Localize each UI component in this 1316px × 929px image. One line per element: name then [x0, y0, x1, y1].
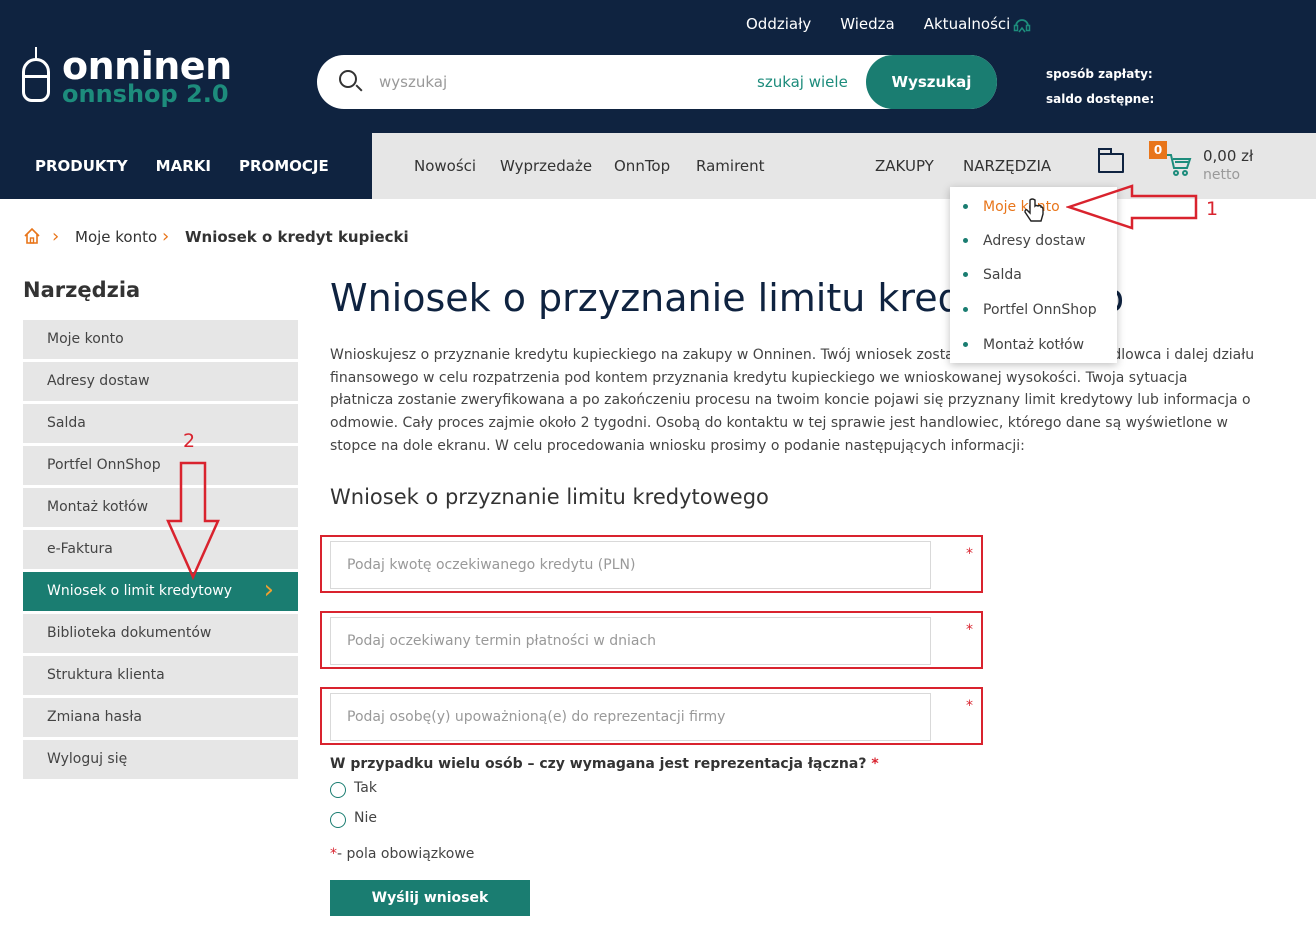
joint-representation-question: W przypadku wielu osób – czy wymagana je…: [330, 756, 879, 772]
sidebar-item-struktura-klienta[interactable]: Struktura klienta: [23, 656, 298, 695]
cart-icon[interactable]: [1166, 151, 1192, 177]
bullet-icon: [963, 272, 968, 277]
required-star: *: [966, 622, 973, 638]
radio-nie[interactable]: [330, 812, 346, 828]
logo-mouse-icon: [22, 47, 50, 102]
cart-total[interactable]: 0,00 zł: [1203, 146, 1253, 166]
folder-icon[interactable]: [1098, 148, 1124, 173]
dropdown-item-adresy-dostaw[interactable]: Adresy dostaw: [983, 233, 1086, 249]
submit-button[interactable]: Wyślij wniosek: [330, 880, 530, 916]
radio-label-nie[interactable]: Nie: [354, 810, 377, 826]
radio-tak[interactable]: [330, 782, 346, 798]
search-bar: szukaj wiele Wyszukaj: [317, 55, 997, 109]
top-link-oddzialy[interactable]: Oddziały: [746, 15, 811, 33]
sidebar-item-wniosek-limit[interactable]: Wniosek o limit kredytowy: [23, 572, 298, 611]
required-note: *- pola obowiązkowe: [330, 846, 474, 862]
home-icon[interactable]: [23, 227, 41, 245]
form-title: Wniosek o przyznanie limitu kredytowego: [330, 485, 769, 509]
question-text: W przypadku wielu osób – czy wymagana je…: [330, 756, 867, 772]
radio-label-tak[interactable]: Tak: [354, 780, 377, 796]
required-star: *: [871, 756, 879, 772]
annotation-arrow-2-icon: [166, 461, 220, 581]
hand-cursor-icon: [1024, 198, 1044, 222]
breadcrumb-separator-icon: ›: [52, 226, 60, 247]
nav-onntop[interactable]: OnnTop: [614, 157, 670, 175]
breadcrumb-separator-icon: ›: [162, 226, 170, 247]
sidebar-item-adresy-dostaw[interactable]: Adresy dostaw: [23, 362, 298, 401]
credit-amount-field[interactable]: [330, 541, 931, 589]
bullet-icon: [963, 307, 968, 312]
payment-info: sposób zapłaty: saldo dostępne:: [1046, 62, 1154, 112]
dropdown-item-portfel[interactable]: Portfel OnnShop: [983, 302, 1097, 318]
search-button[interactable]: Wyszukaj: [866, 55, 997, 109]
bullet-icon: [963, 238, 968, 243]
search-icon: [339, 70, 357, 88]
bullet-icon: [963, 204, 968, 209]
required-star: *: [966, 546, 973, 562]
search-many-link[interactable]: szukaj wiele: [757, 73, 848, 91]
logo-sub-text: onnshop 2.0: [62, 80, 229, 108]
sidebar-item-wyloguj[interactable]: Wyloguj się: [23, 740, 298, 779]
required-star: *: [966, 698, 973, 714]
nav-marki[interactable]: MARKI: [156, 157, 211, 175]
payment-term-field[interactable]: [330, 617, 931, 665]
breadcrumb-current: Wniosek o kredyt kupiecki: [185, 228, 409, 246]
top-header: Oddziały Wiedza Aktualności onninen onns…: [0, 0, 1316, 133]
balance-label: saldo dostępne:: [1046, 92, 1155, 106]
top-links: Oddziały Wiedza Aktualności: [746, 15, 1010, 33]
top-link-aktualnosci[interactable]: Aktualności: [924, 15, 1011, 33]
required-star: *: [330, 846, 337, 862]
headset-icon[interactable]: [1012, 15, 1032, 35]
annotation-label-1: 1: [1206, 198, 1219, 220]
top-link-wiedza[interactable]: Wiedza: [840, 15, 895, 33]
primary-nav: PRODUKTY MARKI PROMOCJE: [0, 133, 372, 199]
annotation-label-2: 2: [183, 430, 196, 452]
sidebar-item-moje-konto[interactable]: Moje konto: [23, 320, 298, 359]
cart-count-badge: 0: [1149, 141, 1167, 159]
cart-net-label: netto: [1203, 167, 1241, 183]
sidebar-item-e-faktura[interactable]: e-Faktura: [23, 530, 298, 569]
nav-produkty[interactable]: PRODUKTY: [35, 157, 128, 175]
search-input[interactable]: [379, 69, 679, 95]
nav-wyprzedaze[interactable]: Wyprzedaże: [500, 157, 592, 175]
sidebar-item-montaz-kotlow[interactable]: Montaż kotłów: [23, 488, 298, 527]
sidebar-title: Narzędzia: [23, 278, 141, 302]
required-note-text: - pola obowiązkowe: [337, 846, 475, 862]
nav-ramirent[interactable]: Ramirent: [696, 157, 765, 175]
nav-promocje[interactable]: PROMOCJE: [239, 157, 329, 175]
representative-field[interactable]: [330, 693, 931, 741]
breadcrumb-moje-konto[interactable]: Moje konto: [75, 228, 157, 246]
dropdown-item-salda[interactable]: Salda: [983, 267, 1022, 283]
bullet-icon: [963, 342, 968, 347]
nav-nowosci[interactable]: Nowości: [414, 157, 476, 175]
sidebar-item-portfel[interactable]: Portfel OnnShop: [23, 446, 298, 485]
dropdown-item-montaz-kotlow[interactable]: Montaż kotłów: [983, 337, 1084, 353]
nav-narzedzia[interactable]: NARZĘDZIA: [963, 157, 1051, 175]
payment-method-label: sposób zapłaty:: [1046, 67, 1153, 81]
annotation-arrow-1-icon: [1066, 184, 1198, 230]
sidebar-item-biblioteka[interactable]: Biblioteka dokumentów: [23, 614, 298, 653]
sidebar-item-zmiana-hasla[interactable]: Zmiana hasła: [23, 698, 298, 737]
sidebar-item-salda[interactable]: Salda: [23, 404, 298, 443]
nav-zakupy[interactable]: ZAKUPY: [875, 157, 934, 175]
